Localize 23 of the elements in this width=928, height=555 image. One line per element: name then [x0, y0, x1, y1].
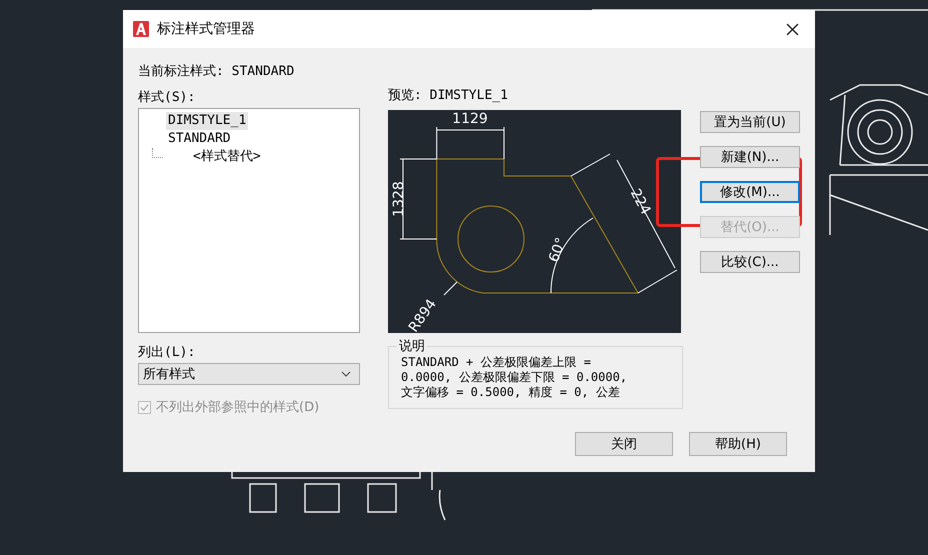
- chevron-down-icon: [341, 371, 351, 377]
- list-dropdown[interactable]: 所有样式: [138, 363, 360, 385]
- dimension-line: [444, 282, 458, 296]
- tree-connector: [152, 148, 163, 158]
- action-button[interactable]: 比较(C)...: [700, 251, 800, 273]
- dimension-text: 1129: [452, 110, 488, 127]
- list-label: 列出(L):: [138, 344, 196, 361]
- action-button[interactable]: 新建(N)...: [700, 146, 800, 168]
- style-item[interactable]: STANDARD: [166, 130, 233, 148]
- preview-label: 预览: DIMSTYLE_1: [388, 87, 509, 104]
- description-legend: 说明: [397, 338, 427, 355]
- action-button[interactable]: 置为当前(U): [700, 111, 800, 133]
- dialog-button[interactable]: 帮助(H): [689, 432, 787, 456]
- action-button[interactable]: 修改(M)...: [700, 181, 800, 203]
- current-style-label: 当前标注样式: STANDARD: [138, 63, 296, 81]
- window-title: 标注样式管理器: [157, 20, 256, 38]
- description-text: STANDARD + 公差极限偏差上限 = 0.0000, 公差极限偏差下限 = 0.0000, 文字偏移 = 0.5000, 精度 = 0, 公差: [401, 355, 628, 400]
- app-logo-icon: [133, 21, 149, 37]
- style-item[interactable]: <样式替代>: [191, 148, 263, 166]
- dialog-button[interactable]: 关闭: [575, 432, 673, 456]
- dimension-text: 60°: [546, 236, 570, 264]
- styles-label: 样式(S):: [138, 89, 196, 106]
- style-item[interactable]: DIMSTYLE_1: [166, 112, 248, 130]
